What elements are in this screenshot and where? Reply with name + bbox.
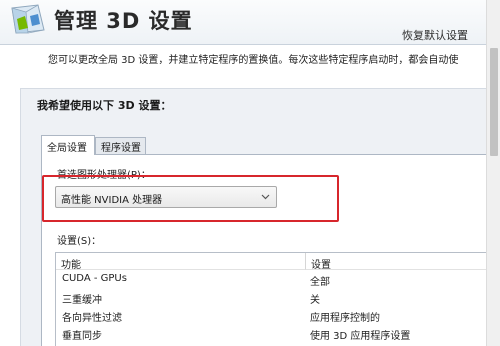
setting-cell: 全部 [310,277,330,288]
tab-program-settings[interactable]: 程序设置 [95,137,146,154]
tab-global-settings[interactable]: 全局设置 [41,135,95,155]
feature-cell: CUDA - GPUs [62,273,127,284]
table-row[interactable]: 三重缓冲 关 [56,289,487,306]
table-row[interactable]: CUDA - GPUs 全部 [56,271,487,288]
table-row[interactable]: 垂直同步 使用 3D 应用程序设置 [56,325,487,342]
restore-defaults-link[interactable]: 恢复默认设置 [402,27,468,43]
settings-label: 设置(S)： [57,236,102,247]
page-title: 管理 3D 设置 [54,9,193,33]
feature-cell: 各向异性过滤 [62,313,122,324]
vertical-scrollbar[interactable] [486,0,500,346]
setting-cell: 关 [310,295,320,306]
header-divider [0,44,486,45]
highlight-box [42,175,339,222]
page-description: 您可以更改全局 3D 设置，并建立特定程序的置换值。每次这些特定程序启动时，都会… [48,55,459,66]
scrollbar-thumb[interactable] [490,48,498,156]
table-row[interactable]: 各向异性过滤 应用程序控制的 [56,307,487,324]
feature-cell: 三重缓冲 [62,295,102,306]
feature-cell: 垂直同步 [62,331,102,342]
header-bar: 管理 3D 设置 恢复默认设置 [0,0,500,45]
panel-heading: 我希望使用以下 3D 设置： [37,99,172,112]
setting-cell: 使用 3D 应用程序设置 [310,331,411,342]
nvidia-3d-cube-icon [11,4,45,34]
settings-table: 功能 设置 CUDA - GPUs 全部 三重缓冲 关 各向异性过滤 应用程序控… [55,252,487,346]
setting-cell: 应用程序控制的 [310,313,380,324]
column-header-feature[interactable]: 功能 [56,253,306,271]
column-header-setting[interactable]: 设置 [306,253,487,271]
